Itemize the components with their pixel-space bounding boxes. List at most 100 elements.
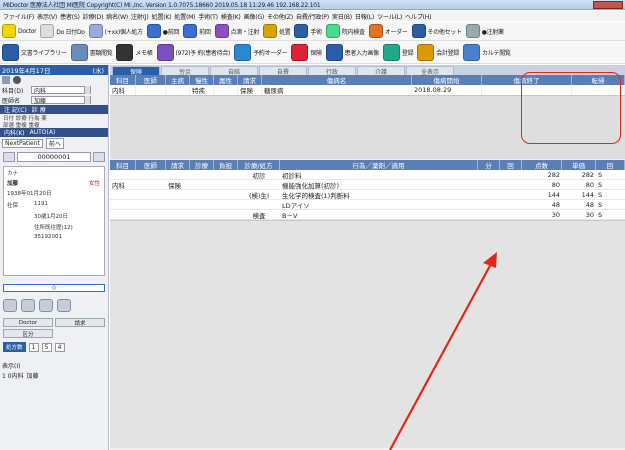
- doctor-select[interactable]: 加藤: [31, 96, 91, 105]
- menu-item[interactable]: ファイル(F): [3, 12, 34, 21]
- menu-item[interactable]: 注射(J): [131, 12, 149, 21]
- toolbar1-button[interactable]: 院内検査: [325, 23, 365, 39]
- toolbar1-button[interactable]: ●前回: [146, 23, 179, 39]
- menu-item[interactable]: 病名(W): [106, 12, 128, 21]
- treat-points: 144: [547, 190, 560, 199]
- chevron-down-icon[interactable]: [3, 152, 15, 162]
- treat-dept: [110, 200, 136, 209]
- settings-icon[interactable]: [57, 299, 71, 312]
- patient-id[interactable]: 00000001: [17, 152, 91, 162]
- treatment-row[interactable]: LDアイソ 48 48 S: [110, 200, 625, 210]
- toolbar2-button[interactable]: カルテ閲覧: [463, 43, 511, 61]
- tab-insurance[interactable]: 介護: [357, 66, 405, 76]
- treat-points: 282: [547, 170, 560, 179]
- display-item[interactable]: 1 0内科: [2, 371, 24, 380]
- shift-label[interactable]: 注 記(C): [4, 105, 27, 114]
- toolbar2-button[interactable]: 登録: [382, 43, 414, 61]
- toolbar2-button[interactable]: メモ帳: [116, 43, 153, 61]
- toolbar1-button[interactable]: その他セット: [411, 23, 462, 39]
- insurance-text: 社保: [7, 203, 19, 209]
- rx-num-3[interactable]: 4: [54, 342, 65, 352]
- toolbar2-button[interactable]: 書類閲覧: [70, 43, 113, 61]
- blue-input[interactable]: 0: [3, 284, 105, 292]
- search-icon[interactable]: [93, 152, 105, 162]
- tab-insurance[interactable]: 行政: [308, 66, 356, 76]
- toolbar1-button[interactable]: オーダー: [368, 23, 408, 39]
- weekday-text: (水): [92, 67, 104, 75]
- toolbar2-button[interactable]: 保険: [291, 43, 322, 61]
- image-icon[interactable]: [39, 299, 53, 312]
- treat-category: (検)生Ⅰ: [249, 191, 269, 200]
- menu-item[interactable]: ヘルプ(H): [405, 12, 432, 21]
- toolbar1-button[interactable]: (+xx)個人処方: [88, 23, 143, 39]
- next-patient-button[interactable]: NextPatient: [2, 138, 43, 148]
- menu-item[interactable]: 患者(S): [60, 12, 80, 21]
- toolbar1-button[interactable]: ●注射薬: [465, 23, 504, 39]
- treat-bun: [478, 170, 500, 179]
- toolbar2-button[interactable]: (972)予 約(患者待合): [156, 43, 230, 61]
- menu-item[interactable]: 処置(M): [174, 12, 195, 21]
- display-doctor[interactable]: 加藤: [27, 371, 39, 380]
- treatment-row[interactable]: 初診 初診料 282 282 S: [110, 170, 625, 180]
- toolbar1-label: 前回: [199, 28, 211, 36]
- rx-num-1[interactable]: 1: [28, 342, 39, 352]
- treat-points: 48: [551, 200, 560, 209]
- toolbar1-button[interactable]: 手術: [294, 23, 322, 39]
- menu-item[interactable]: ツール(L): [377, 12, 402, 21]
- menu-item[interactable]: 診療(D): [83, 12, 104, 21]
- toolbar1-button[interactable]: Do 日付Do: [40, 23, 85, 39]
- toolbar1-button[interactable]: 処置: [263, 23, 291, 39]
- menu-item[interactable]: 実日(B): [332, 12, 352, 21]
- display-item-row[interactable]: 1 0内科 加藤: [0, 370, 108, 380]
- treatment-row[interactable]: 内科 保険 機能強化加算(初診) 80 80 S: [110, 180, 625, 190]
- date-bar[interactable]: 2019年4月17日 (水): [0, 65, 108, 75]
- user-icon[interactable]: [13, 76, 21, 84]
- menu-item[interactable]: 表示(V): [37, 12, 57, 21]
- treatment-col-header: 回: [596, 160, 625, 170]
- auto-label[interactable]: AUTO(A): [30, 129, 56, 136]
- toolbar1-button[interactable]: 前回: [183, 23, 211, 39]
- menu-item[interactable]: 手術(T): [198, 12, 218, 21]
- treatment-header: 科目 医師 請求 診療 負担 診療/処方 行為／薬剤／適用分回点数 単価回: [110, 160, 625, 170]
- treatment-row[interactable]: (検)生Ⅰ 生化学的検査(1)判断料 144 144 S: [110, 190, 625, 200]
- dept2-label[interactable]: 内科(K): [4, 128, 25, 137]
- toolbar1-button[interactable]: Doctor: [2, 23, 37, 39]
- dept-select[interactable]: 内科: [31, 86, 91, 95]
- close-window-button[interactable]: [593, 1, 623, 9]
- record-icon[interactable]: [3, 299, 17, 312]
- tab-insurance[interactable]: 全表示: [406, 66, 454, 76]
- search-icon[interactable]: [21, 299, 35, 312]
- toolbar2-button[interactable]: 会計登録: [417, 43, 459, 61]
- treat-burden: [214, 210, 238, 219]
- treat-kai: [500, 190, 522, 199]
- prev-button[interactable]: 前へ: [45, 137, 64, 149]
- claim-button[interactable]: 請求: [55, 318, 105, 327]
- category-button[interactable]: 区分: [3, 329, 53, 338]
- menu-item[interactable]: 画像(G): [244, 12, 265, 21]
- menu-item[interactable]: 処置(K): [151, 12, 171, 21]
- toolbar1-label: 点滴・注射: [230, 28, 260, 36]
- menu-item[interactable]: 検査(K): [221, 12, 241, 21]
- treat-unit: 30: [585, 210, 594, 219]
- doctor-button[interactable]: Doctor: [3, 318, 53, 327]
- opt-drug[interactable]: 薬: [41, 116, 47, 122]
- rx-num-2[interactable]: 5: [41, 342, 52, 352]
- menu-item[interactable]: 自費/行政(P): [296, 12, 329, 21]
- options-row-2[interactable]: 部選 重複 重複: [0, 121, 108, 129]
- treatment-row[interactable]: 検査 B－V 30 30 S: [110, 210, 625, 220]
- options-row-1[interactable]: 日付 診療 行為 薬: [0, 114, 108, 122]
- toolbar1-button[interactable]: 点滴・注射: [214, 23, 260, 39]
- menu-item[interactable]: その他(Z): [267, 12, 293, 21]
- toolbar2-button[interactable]: 文書ライブラリー: [2, 43, 67, 61]
- toolbar2-button[interactable]: 予約オーダー: [234, 43, 288, 61]
- tab-insurance[interactable]: 労災: [161, 66, 209, 76]
- toolbar2-button[interactable]: 患者入力画像: [325, 43, 379, 61]
- treat-unit: 282: [581, 170, 594, 179]
- tab-insurance[interactable]: 自費: [259, 66, 307, 76]
- grid-icon[interactable]: [2, 76, 10, 84]
- tool-icon: [325, 43, 343, 61]
- tab-insurance[interactable]: 保険: [112, 66, 160, 76]
- record-label[interactable]: 診 療: [32, 105, 46, 114]
- menu-item[interactable]: 日報(L): [355, 12, 374, 21]
- tab-insurance[interactable]: 自賠: [210, 66, 258, 76]
